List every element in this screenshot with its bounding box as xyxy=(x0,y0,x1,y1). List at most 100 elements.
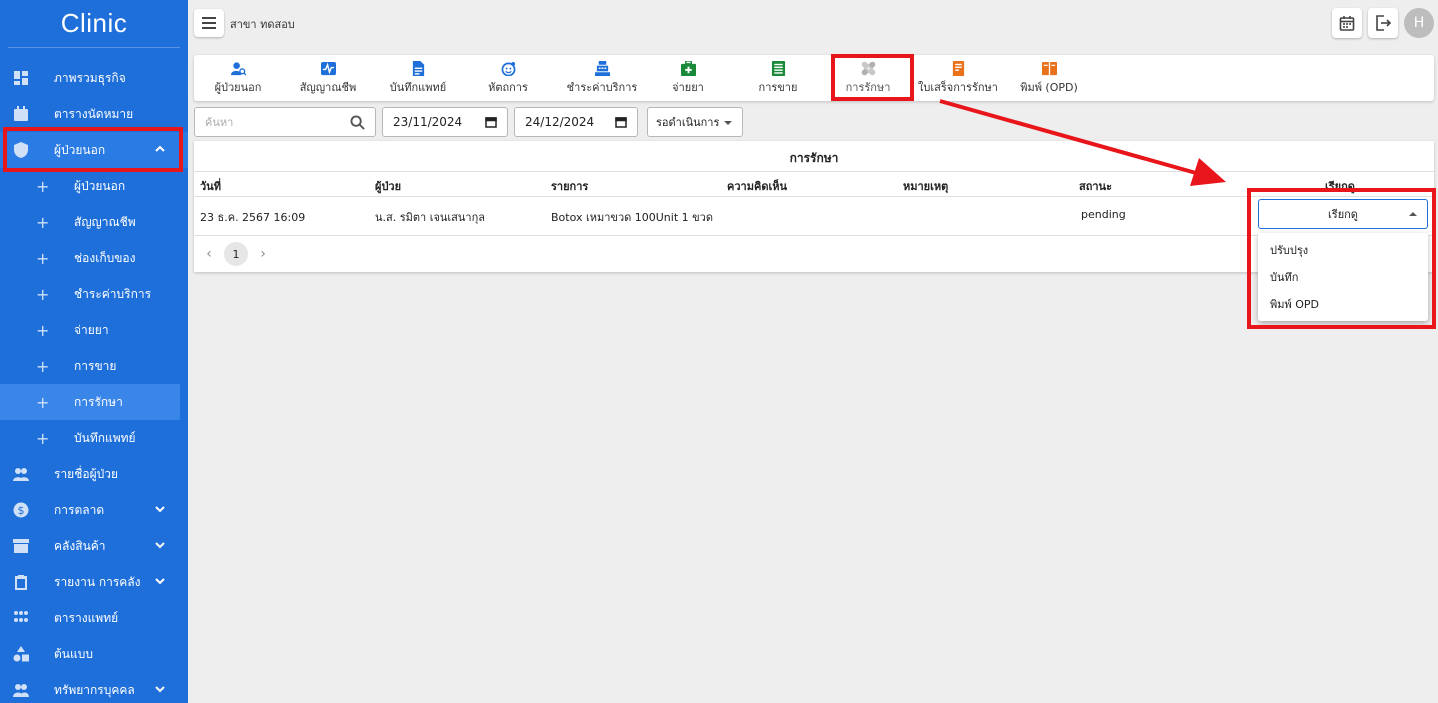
person-search-icon xyxy=(230,60,246,76)
logout-button[interactable] xyxy=(1368,8,1398,38)
sidebar-subitem-label: สัญญาณชีพ xyxy=(74,214,136,229)
sidebar-item-doctor-schedule[interactable]: ตารางแพทย์ xyxy=(0,600,188,636)
document-icon xyxy=(410,60,426,76)
tab-procedures[interactable]: หัตถการ xyxy=(478,55,538,101)
sidebar-subitem-label: ผู้ป่วยนอก xyxy=(74,178,126,193)
people-icon xyxy=(12,681,30,699)
sidebar-item-patients[interactable]: รายชื่อผู้ป่วย xyxy=(0,456,188,492)
cell-status: pending xyxy=(1081,208,1126,221)
sidebar-subitem-storage[interactable]: + ช่องเก็บของ xyxy=(0,240,188,276)
sidebar-subitem-doctor-notes[interactable]: + บันทึกแพทย์ xyxy=(0,420,188,456)
sidebar-item-label: ตารางนัดหมาย xyxy=(54,106,134,121)
sidebar-subitem-dispense[interactable]: + จ่ายยา xyxy=(0,312,188,348)
tab-label: สัญญาณชีพ xyxy=(299,81,357,94)
sidebar-item-label: ตารางแพทย์ xyxy=(54,610,119,625)
avatar[interactable]: H xyxy=(1404,8,1434,38)
sidebar-item-finance-report[interactable]: รายงาน การคลัง xyxy=(0,564,188,600)
sidebar-item-hr[interactable]: ทรัพยากรบุคคล xyxy=(0,672,188,703)
medkit-icon xyxy=(680,60,696,76)
doctors-icon xyxy=(12,609,30,627)
sidebar-item-templates[interactable]: ต้นแบบ xyxy=(0,636,188,672)
sidebar-subitem-label: ช่องเก็บของ xyxy=(74,250,136,265)
tab-vitals[interactable]: สัญญาณชีพ xyxy=(294,55,362,101)
plus-icon: + xyxy=(36,320,50,340)
search-input[interactable]: ค้นหา xyxy=(194,107,376,137)
sidebar-item-dashboard[interactable]: ภาพรวมธุรกิจ xyxy=(0,60,188,96)
dashboard-icon xyxy=(12,69,30,87)
tab-sales[interactable]: การขาย xyxy=(754,55,802,101)
sidebar-subitem-label: การขาย xyxy=(74,358,117,373)
date-to-field[interactable]: 24/12/2024 xyxy=(514,107,638,137)
col-comment: ความคิดเห็น xyxy=(727,180,787,193)
shapes-icon xyxy=(12,645,30,663)
tab-treatment-receipt[interactable]: ใบเสร็จการรักษา xyxy=(916,55,1000,101)
logout-icon xyxy=(1376,15,1391,31)
sidebar: Clinic ภาพรวมธุรกิจ ตารางนัดหมาย ผู้ป่วย… xyxy=(0,0,188,703)
tab-outpatient[interactable]: ผู้ป่วยนอก xyxy=(206,55,270,101)
sidebar-item-label: คลังสินค้า xyxy=(54,538,106,553)
patients-icon xyxy=(12,465,30,483)
hamburger-icon xyxy=(202,17,216,29)
sidebar-item-label: ทรัพยากรบุคคล xyxy=(54,682,135,697)
tab-payment[interactable]: ชำระค่าบริการ xyxy=(560,55,644,101)
chevron-down-icon xyxy=(154,575,166,587)
plus-icon: + xyxy=(36,176,50,196)
sidebar-item-inventory[interactable]: คลังสินค้า xyxy=(0,528,188,564)
col-date: วันที่ xyxy=(200,180,221,193)
table-title: การรักษา xyxy=(789,151,839,165)
tab-dispense[interactable]: จ่ายยา xyxy=(666,55,710,101)
next-page-icon[interactable]: › xyxy=(256,246,270,262)
page-number[interactable]: 1 xyxy=(224,242,248,266)
col-item: รายการ xyxy=(551,180,589,193)
chevron-down-icon xyxy=(154,539,166,551)
search-icon xyxy=(350,115,365,130)
calendar-icon xyxy=(1339,16,1355,31)
sidebar-item-label: การตลาด xyxy=(54,502,105,517)
tab-print-opd[interactable]: พิมพ์ (OPD) xyxy=(1016,55,1082,101)
print-book-icon xyxy=(1041,60,1057,76)
sidebar-subitem-treatment[interactable]: + การรักษา xyxy=(0,384,180,420)
search-placeholder: ค้นหา xyxy=(205,116,234,129)
sidebar-subitem-sales[interactable]: + การขาย xyxy=(0,348,188,384)
highlight-box-sidebar xyxy=(3,127,183,172)
pagination: ‹ 1 › xyxy=(202,242,270,266)
calendar-button[interactable] xyxy=(1332,8,1362,38)
sidebar-item-label: รายชื่อผู้ป่วย xyxy=(54,466,118,481)
date-from-field[interactable]: 23/11/2024 xyxy=(382,107,508,137)
chevron-down-icon xyxy=(154,503,166,515)
highlight-box-dropdown xyxy=(1247,188,1436,329)
plus-icon: + xyxy=(36,248,50,268)
sidebar-subitem-label: ชำระค่าบริการ xyxy=(74,286,152,301)
col-patient: ผู้ป่วย xyxy=(375,180,402,193)
sidebar-item-label: ภาพรวมธุรกิจ xyxy=(54,70,126,85)
vital-signs-icon xyxy=(320,60,336,76)
status-select-value: รอดำเนินการ xyxy=(656,116,720,129)
prev-page-icon[interactable]: ‹ xyxy=(202,246,216,262)
tab-doctor-notes[interactable]: บันทึกแพทย์ xyxy=(386,55,450,101)
highlight-box-treatment-tab xyxy=(831,54,914,101)
sidebar-item-marketing[interactable]: $ การตลาด xyxy=(0,492,188,528)
col-note: หมายเหตุ xyxy=(903,180,949,193)
calendar-icon xyxy=(615,117,627,128)
annotation-arrow xyxy=(939,99,1226,186)
caret-down-icon xyxy=(724,121,732,125)
sidebar-subitem-payment[interactable]: + ชำระค่าบริการ xyxy=(0,276,188,312)
sidebar-subitem-label: จ่ายยา xyxy=(74,322,109,337)
inventory-icon xyxy=(12,537,30,555)
sidebar-subitem-outpatient[interactable]: + ผู้ป่วยนอก xyxy=(0,168,188,204)
plus-icon: + xyxy=(36,284,50,304)
sidebar-subitem-vitals[interactable]: + สัญญาณชีพ xyxy=(0,204,188,240)
svg-text:$: $ xyxy=(18,504,25,517)
col-status: สถานะ xyxy=(1079,180,1112,193)
status-select[interactable]: รอดำเนินการ xyxy=(647,107,743,137)
tab-label: จ่ายยา xyxy=(672,81,704,94)
plus-icon: + xyxy=(36,356,50,376)
cell-date: 23 ธ.ค. 2567 16:09 xyxy=(200,211,306,224)
menu-button[interactable] xyxy=(194,9,224,37)
module-tabbar: ผู้ป่วยนอก สัญญาณชีพ บันทึกแพทย์ หัตถการ… xyxy=(194,55,1434,101)
dollar-icon: $ xyxy=(12,501,30,519)
receipt-icon xyxy=(950,60,966,76)
sidebar-item-label: ต้นแบบ xyxy=(54,646,93,661)
date-to-value: 24/12/2024 xyxy=(525,115,595,129)
brand-logo: Clinic xyxy=(8,0,180,48)
